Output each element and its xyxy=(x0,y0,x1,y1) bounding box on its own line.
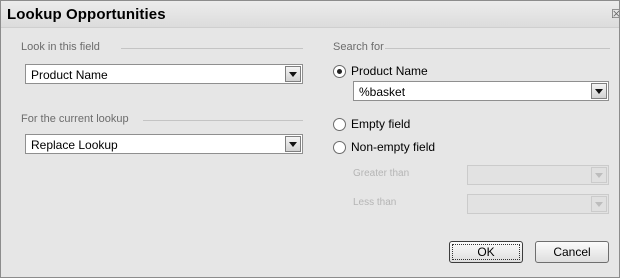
look-in-divider xyxy=(121,48,303,49)
current-lookup-select[interactable]: Replace Lookup xyxy=(25,134,303,154)
chevron-down-icon[interactable] xyxy=(285,66,301,82)
radio-product-name[interactable] xyxy=(333,65,346,78)
chevron-down-icon xyxy=(591,196,607,212)
search-value: %basket xyxy=(359,85,406,99)
cancel-button[interactable]: Cancel xyxy=(535,241,609,263)
greater-than-select xyxy=(467,165,609,185)
look-in-value: Product Name xyxy=(31,68,108,82)
search-for-label: Search for xyxy=(333,41,384,53)
look-in-label: Look in this field xyxy=(21,41,100,53)
look-in-select[interactable]: Product Name xyxy=(25,64,303,84)
less-than-label: Less than xyxy=(353,197,397,208)
less-than-select xyxy=(467,194,609,214)
chevron-down-icon[interactable] xyxy=(591,83,607,99)
current-lookup-label: For the current lookup xyxy=(21,113,129,125)
radio-nonempty-field[interactable] xyxy=(333,141,346,154)
chevron-down-icon xyxy=(591,167,607,183)
current-lookup-divider xyxy=(143,120,303,121)
search-value-combo[interactable]: %basket xyxy=(353,81,609,101)
title-bar[interactable]: Lookup Opportunities ☒ xyxy=(1,1,619,28)
lookup-dialog: Lookup Opportunities ☒ Look in this fiel… xyxy=(0,0,620,278)
search-for-divider xyxy=(385,48,610,49)
chevron-down-icon[interactable] xyxy=(285,136,301,152)
radio-empty-field-label[interactable]: Empty field xyxy=(351,117,410,131)
ok-button[interactable]: OK xyxy=(449,241,523,263)
radio-nonempty-field-label[interactable]: Non-empty field xyxy=(351,140,435,154)
radio-product-name-label[interactable]: Product Name xyxy=(351,64,428,78)
greater-than-label: Greater than xyxy=(353,168,410,179)
close-icon[interactable]: ☒ xyxy=(611,8,619,20)
radio-empty-field[interactable] xyxy=(333,118,346,131)
current-lookup-value: Replace Lookup xyxy=(31,138,118,152)
dialog-title: Lookup Opportunities xyxy=(7,6,166,23)
